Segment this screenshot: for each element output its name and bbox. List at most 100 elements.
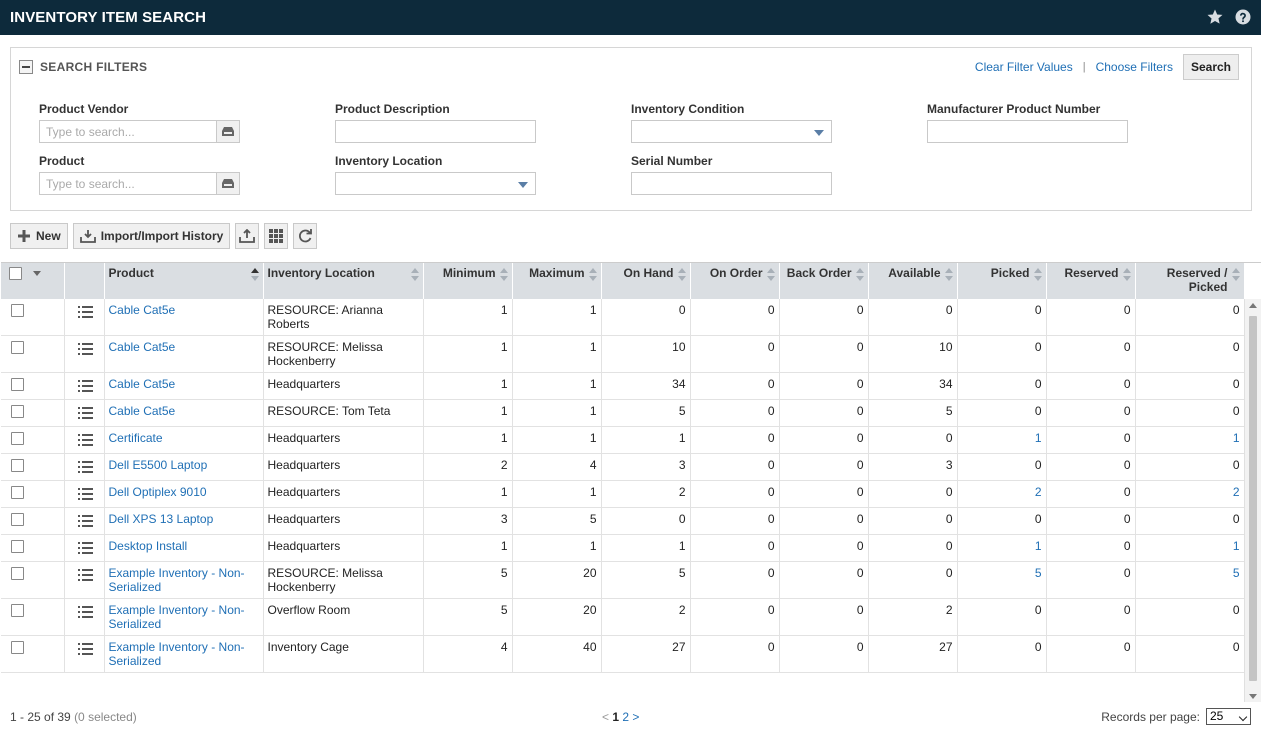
column-header-on-hand[interactable]: On Hand [601, 263, 691, 299]
sort-icon[interactable] [588, 268, 597, 282]
product-link[interactable]: Dell XPS 13 Laptop [109, 512, 214, 526]
table-row[interactable]: Dell E5500 Laptop Headquarters 2 4 3 0 0 3 0 0 0 [1, 453, 1245, 481]
table-row[interactable]: Cable Cat5e RESOURCE: Tom Teta 1 1 5 0 0 5 0 0 0 [1, 399, 1245, 427]
row-checkbox[interactable] [11, 567, 24, 580]
lookup-icon[interactable] [216, 172, 240, 195]
product-link[interactable]: Example Inventory - Non-Serialized [109, 640, 245, 668]
refresh-button[interactable] [293, 223, 318, 249]
table-row[interactable]: Cable Cat5e RESOURCE: Melissa Hockenberry… [1, 335, 1245, 373]
column-header-reserved-picked[interactable]: Reserved / Picked [1135, 263, 1245, 299]
product-link[interactable]: Dell E5500 Laptop [109, 458, 208, 472]
row-checkbox[interactable] [11, 540, 24, 553]
product-link[interactable]: Dell Optiplex 9010 [109, 485, 207, 499]
import-history-button[interactable]: Import/Import History [72, 223, 231, 249]
records-per-page-select[interactable]: 25 [1206, 708, 1251, 725]
serial-number-input[interactable] [631, 172, 832, 195]
sort-icon[interactable] [1122, 268, 1131, 282]
row-menu-icon[interactable] [77, 461, 93, 476]
table-row[interactable]: Dell XPS 13 Laptop Headquarters 3 5 0 0 0 0 0 0 0 [1, 507, 1245, 535]
row-checkbox[interactable] [11, 459, 24, 472]
table-row[interactable]: Cable Cat5e Headquarters 1 1 34 0 0 34 0 0 0 [1, 372, 1245, 400]
picked-link[interactable]: 1 [1035, 431, 1042, 445]
sort-icon[interactable] [944, 268, 953, 282]
product-vendor-input[interactable]: Type to search... [39, 120, 240, 143]
export-button[interactable] [235, 223, 260, 249]
chevron-down-icon[interactable] [33, 271, 42, 277]
row-checkbox[interactable] [11, 641, 24, 654]
table-row[interactable]: Example Inventory - Non-Serialized RESOUR… [1, 561, 1245, 599]
picked-link[interactable]: 2 [1035, 485, 1042, 499]
row-menu-icon[interactable] [77, 488, 93, 503]
star-icon[interactable] [1206, 8, 1224, 26]
sort-icon[interactable] [855, 268, 864, 282]
select-all-header[interactable] [1, 263, 65, 299]
search-button[interactable]: Search [1182, 54, 1239, 80]
product-input[interactable]: Type to search... [39, 172, 240, 195]
sort-icon[interactable] [499, 268, 508, 282]
row-menu-icon[interactable] [77, 606, 93, 621]
row-menu-icon[interactable] [77, 569, 93, 584]
row-checkbox[interactable] [11, 304, 24, 317]
row-checkbox[interactable] [11, 513, 24, 526]
row-menu-icon[interactable] [77, 380, 93, 395]
column-header-reserved[interactable]: Reserved [1046, 263, 1136, 299]
column-header-location[interactable]: Inventory Location [263, 263, 424, 299]
column-header-minimum[interactable]: Minimum [423, 263, 513, 299]
row-checkbox[interactable] [11, 432, 24, 445]
scroll-down-icon[interactable] [1249, 694, 1257, 699]
product-link[interactable]: Example Inventory - Non-Serialized [109, 566, 245, 594]
product-link[interactable]: Certificate [109, 431, 163, 445]
row-menu-icon[interactable] [77, 643, 93, 658]
sort-icon[interactable] [250, 268, 259, 282]
product-link[interactable]: Cable Cat5e [109, 303, 176, 317]
row-checkbox[interactable] [11, 405, 24, 418]
reserved-picked-link[interactable]: 1 [1233, 539, 1240, 553]
prev-page-button[interactable]: < [602, 710, 609, 724]
next-page-button[interactable]: > [632, 710, 639, 724]
table-row[interactable]: Desktop Install Headquarters 1 1 1 0 0 0 1 0 1 [1, 534, 1245, 562]
product-link[interactable]: Cable Cat5e [109, 340, 176, 354]
row-menu-icon[interactable] [77, 343, 93, 358]
product-link[interactable]: Cable Cat5e [109, 404, 176, 418]
table-row[interactable]: Example Inventory - Non-Serialized Overfl… [1, 598, 1245, 636]
row-menu-icon[interactable] [77, 434, 93, 449]
sort-icon[interactable] [677, 268, 686, 282]
sort-icon[interactable] [766, 268, 775, 282]
select-all-checkbox[interactable] [9, 267, 22, 280]
reserved-picked-link[interactable]: 5 [1233, 566, 1240, 580]
table-row[interactable]: Certificate Headquarters 1 1 1 0 0 0 1 0 1 [1, 426, 1245, 454]
row-menu-icon[interactable] [77, 542, 93, 557]
product-description-input[interactable] [335, 120, 536, 143]
column-header-available[interactable]: Available [868, 263, 958, 299]
row-checkbox[interactable] [11, 341, 24, 354]
page-2-link[interactable]: 2 [622, 710, 629, 724]
table-row[interactable]: Dell Optiplex 9010 Headquarters 1 1 2 0 0 0 2 0 2 [1, 480, 1245, 508]
product-link[interactable]: Example Inventory - Non-Serialized [109, 603, 245, 631]
reserved-picked-link[interactable]: 1 [1233, 431, 1240, 445]
column-header-picked[interactable]: Picked [957, 263, 1047, 299]
row-menu-icon[interactable] [77, 515, 93, 530]
row-menu-icon[interactable] [77, 306, 93, 321]
product-link[interactable]: Cable Cat5e [109, 377, 176, 391]
table-row[interactable]: Example Inventory - Non-Serialized Invent… [1, 635, 1245, 673]
row-checkbox[interactable] [11, 486, 24, 499]
inventory-condition-select[interactable] [631, 120, 832, 143]
sort-icon[interactable] [1033, 268, 1042, 282]
column-header-back-order[interactable]: Back Order [779, 263, 869, 299]
column-header-product[interactable]: Product [104, 263, 264, 299]
sort-icon[interactable] [1231, 268, 1240, 282]
new-button[interactable]: New [10, 223, 68, 249]
picked-link[interactable]: 1 [1035, 539, 1042, 553]
picked-link[interactable]: 5 [1035, 566, 1042, 580]
lookup-icon[interactable] [216, 120, 240, 143]
help-icon[interactable] [1234, 8, 1252, 26]
inventory-location-select[interactable] [335, 172, 536, 195]
row-checkbox[interactable] [11, 604, 24, 617]
reserved-picked-link[interactable]: 2 [1233, 485, 1240, 499]
scroll-up-icon[interactable] [1249, 303, 1257, 308]
product-link[interactable]: Desktop Install [109, 539, 188, 553]
column-header-maximum[interactable]: Maximum [512, 263, 602, 299]
manufacturer-product-number-input[interactable] [927, 120, 1128, 143]
collapse-filters-button[interactable] [19, 60, 33, 74]
scrollbar-thumb[interactable] [1249, 316, 1257, 681]
